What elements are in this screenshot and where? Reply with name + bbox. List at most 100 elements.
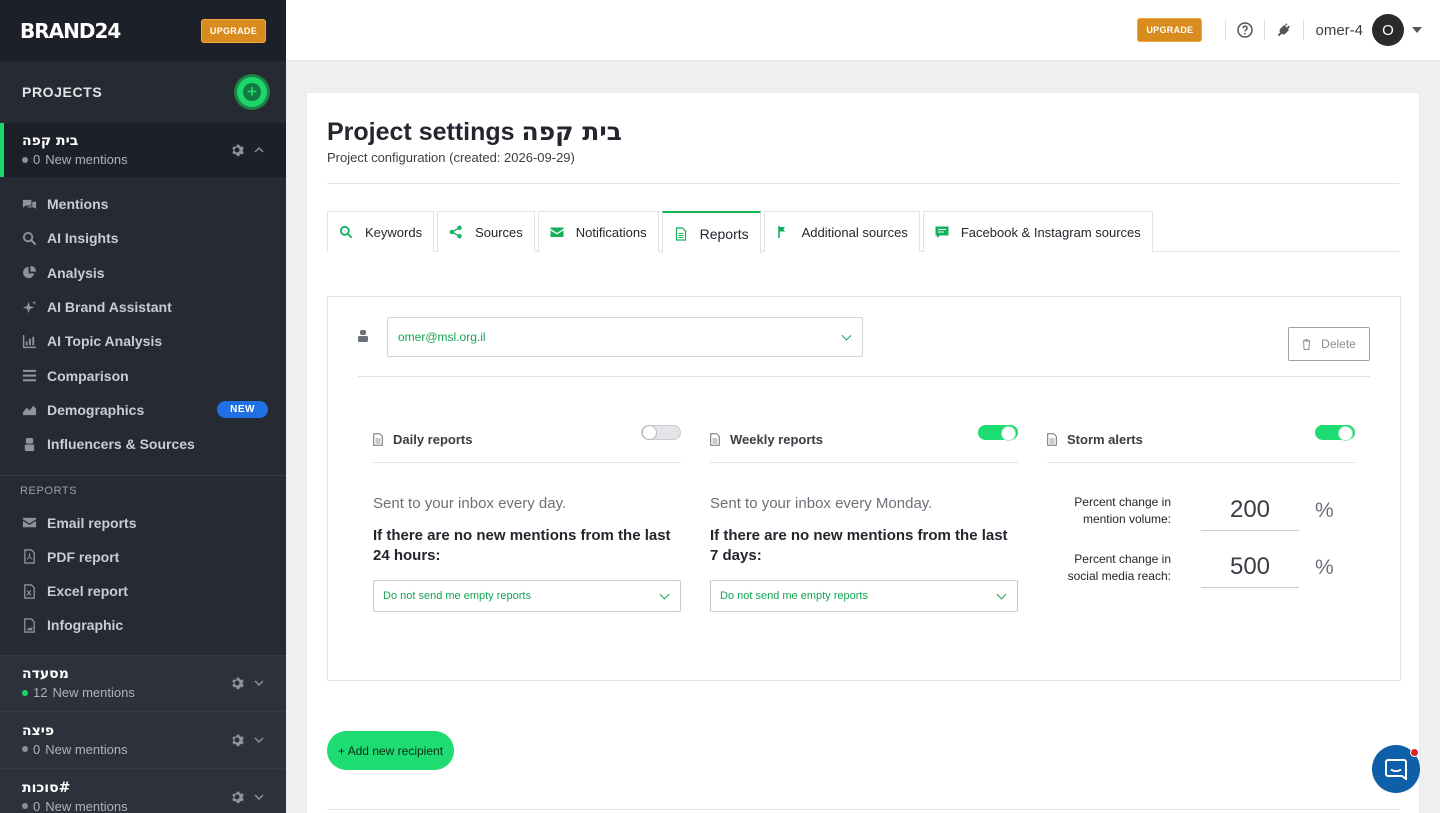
social-reach-input[interactable]: 500	[1201, 548, 1299, 588]
mention-label: New mentions	[45, 798, 128, 813]
add-recipient-button[interactable]: + Add new recipient	[327, 731, 454, 770]
nav-item-demographics[interactable]: Demographics NEW	[0, 393, 286, 427]
mention-count: 0	[33, 152, 41, 167]
nav-item-ai-topic-analysis[interactable]: AI Topic Analysis	[0, 324, 286, 358]
username[interactable]: omer-4	[1315, 22, 1363, 39]
sidebar-upgrade-button[interactable]: UPGRADE	[200, 18, 266, 43]
tab-keywords[interactable]: Keywords	[327, 211, 435, 252]
mention-label: New mentions	[45, 741, 128, 757]
nav-label: Influencers & Sources	[47, 436, 195, 453]
help-icon[interactable]	[1237, 22, 1254, 38]
tab-additional-sources[interactable]: Additional sources	[763, 211, 920, 252]
daily-reports-toggle[interactable]	[641, 425, 681, 440]
tab-sources[interactable]: Sources	[437, 211, 535, 252]
brand-logo[interactable]: BRAND24	[20, 19, 121, 43]
nav-item-influencers-sources[interactable]: Influencers & Sources	[0, 427, 286, 461]
nav-item-ai-insights[interactable]: AI Insights	[0, 221, 286, 255]
tab-reports[interactable]: Reports	[661, 211, 761, 254]
area-chart-icon	[22, 402, 37, 417]
chevron-up-icon[interactable]	[254, 145, 264, 155]
storm-alerts-column: Storm alerts Percent change in mention v…	[1047, 417, 1355, 596]
gear-icon[interactable]	[230, 676, 244, 690]
project-item[interactable]: פיצה 0 New mentions	[0, 710, 286, 768]
weekly-reports-toggle[interactable]	[978, 425, 1018, 441]
mention-label: New mentions	[45, 152, 128, 167]
projects-title: PROJECTS	[22, 84, 103, 100]
trash-icon	[1302, 338, 1311, 350]
search-icon	[339, 225, 353, 239]
nav-item-pdf-report[interactable]: PDF report	[0, 540, 286, 574]
new-badge: NEW	[217, 401, 268, 419]
daily-empty-report-select[interactable]: Do not send me empty reports	[373, 580, 681, 612]
recipient-email-select[interactable]: omer@msl.org.il	[387, 317, 863, 357]
project-item[interactable]: מסעדה 12 New mentions	[0, 654, 286, 711]
nav-label: Excel report	[47, 583, 128, 600]
status-dot	[22, 689, 28, 696]
weekly-reports-description: Sent to your inbox every Monday.	[710, 495, 933, 512]
tab-notifications[interactable]: Notifications	[537, 211, 659, 252]
nav-item-excel-report[interactable]: Excel report	[0, 574, 286, 608]
project-settings-card: Project settings בית קפה Project configu…	[306, 92, 1420, 813]
storm-alerts-toggle[interactable]	[1315, 425, 1355, 441]
add-project-button[interactable]: +	[237, 77, 267, 107]
project-tools	[230, 790, 264, 804]
notification-dot	[1410, 748, 1419, 757]
divider	[327, 183, 1399, 184]
tab-label: Sources	[475, 224, 523, 240]
storm-alerts-title: Storm alerts	[1067, 432, 1143, 447]
divider	[1303, 20, 1305, 40]
pdf-file-icon	[22, 549, 37, 565]
chevron-down-icon[interactable]	[1412, 27, 1422, 33]
page-title-prefix: Project settings	[327, 118, 515, 146]
plug-icon[interactable]	[1276, 22, 1292, 38]
mention-volume-input[interactable]: 200	[1201, 491, 1299, 531]
project-name: בית קפה	[22, 133, 79, 149]
nav-item-analysis[interactable]: Analysis	[0, 256, 286, 290]
weekly-empty-report-select[interactable]: Do not send me empty reports	[710, 580, 1018, 612]
nav-item-comparison[interactable]: Comparison	[0, 358, 286, 392]
nav-item-ai-brand-assistant[interactable]: AI Brand Assistant	[0, 290, 286, 324]
status-dot	[22, 156, 28, 163]
delete-button[interactable]: Delete	[1288, 327, 1370, 361]
nav-item-email-reports[interactable]: Email reports	[0, 505, 286, 539]
gear-icon[interactable]	[230, 790, 244, 804]
project-item-active[interactable]: בית קפה 0 New mentions	[0, 123, 286, 177]
envelope-icon	[550, 225, 564, 239]
daily-reports-header: Daily reports	[373, 417, 681, 463]
mention-count: 0	[33, 741, 41, 757]
document-icon	[674, 226, 688, 241]
list-icon	[22, 368, 37, 383]
social-reach-row: Percent change in social media reach: 50…	[1047, 539, 1355, 596]
weekly-reports-column: Weekly reports Sent to your inbox every …	[710, 417, 1018, 612]
tab-facebook-instagram-sources[interactable]: Facebook & Instagram sources	[922, 211, 1153, 252]
avatar[interactable]: O	[1372, 14, 1404, 46]
project-mentions: 0 New mentions	[22, 742, 264, 757]
chevron-down-icon[interactable]	[254, 678, 264, 688]
social-reach-label: Percent change in social media reach:	[1067, 551, 1171, 583]
envelope-icon	[22, 515, 37, 530]
chevron-down-icon[interactable]	[254, 792, 264, 802]
divider	[1264, 20, 1266, 40]
daily-reports-column: Daily reports Sent to your inbox every d…	[373, 417, 681, 612]
chat-bubbles-icon	[22, 197, 37, 212]
gear-icon[interactable]	[230, 733, 244, 747]
top-bar: UPGRADE omer-4 O	[286, 0, 1440, 61]
nav-item-infographic[interactable]: Infographic	[0, 608, 286, 642]
weekly-reports-header: Weekly reports	[710, 417, 1018, 463]
chat-icon	[1385, 759, 1407, 780]
nav-label: Analysis	[47, 264, 105, 281]
tab-label: Reports	[699, 225, 749, 242]
chevron-down-icon[interactable]	[254, 735, 264, 745]
user-icon	[358, 330, 368, 342]
flag-icon	[776, 225, 790, 239]
ai-search-icon	[22, 231, 37, 246]
page-title-project: בית קפה	[521, 117, 622, 146]
mention-volume-row: Percent change in mention volume: 200 %	[1047, 482, 1355, 539]
gear-icon[interactable]	[230, 143, 244, 157]
project-item[interactable]: #סוכות 0 New mentions	[0, 767, 286, 813]
brand-row: BRAND24 UPGRADE	[0, 0, 286, 61]
topbar-upgrade-button[interactable]: UPGRADE	[1137, 18, 1203, 42]
nav-item-mentions[interactable]: Mentions	[0, 187, 286, 221]
chat-widget-button[interactable]	[1372, 745, 1420, 793]
project-nav: Mentions AI Insights Analysis AI Brand A…	[0, 177, 286, 467]
